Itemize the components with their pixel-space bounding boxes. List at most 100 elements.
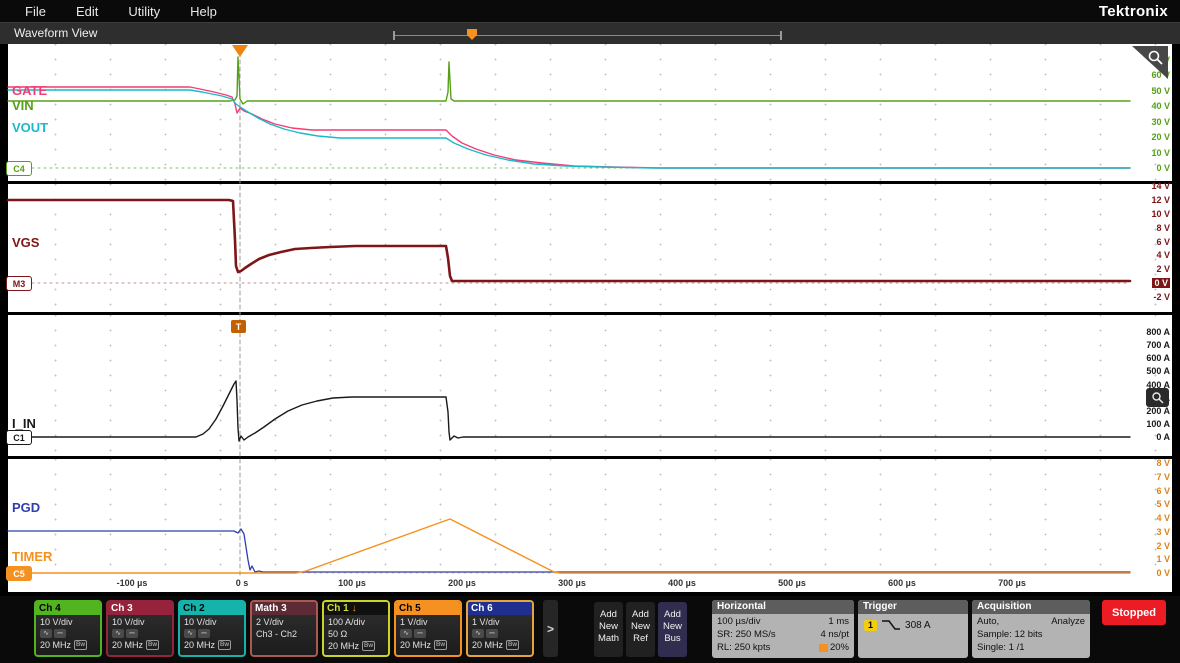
bandwidth-value: 20 MHz [40, 640, 71, 650]
channel-badge-ch5[interactable]: Ch 51 V/div ∿⎓ 20 MHzBw [394, 600, 462, 657]
badge-setting: 10 V/div [180, 615, 244, 627]
acquisition-single: Single: 1 /1 [977, 642, 1025, 653]
acquisition-panel[interactable]: Acquisition Auto, Analyze Sample: 12 bit… [972, 600, 1090, 658]
position-icon [819, 644, 828, 652]
menu-item-file[interactable]: File [10, 4, 61, 19]
bandwidth-value: 20 MHz [328, 641, 359, 651]
bandwidth-value: 20 MHz [400, 640, 431, 650]
record-length: RL: 250 kpts [717, 642, 770, 653]
channel-badge-ch2[interactable]: Ch 210 V/div ∿⎓ 20 MHzBw [178, 600, 246, 657]
add-new-bus-button[interactable]: AddNewBus [658, 602, 687, 657]
overview-line [395, 35, 780, 36]
trigger-panel-title: Trigger [858, 600, 968, 614]
slice-vgs[interactable] [8, 184, 1172, 312]
trigger-level: 308 A [905, 620, 931, 631]
trigger-level-indicator[interactable] [1146, 388, 1169, 407]
bandwidth-value: 20 MHz [472, 640, 503, 650]
channel-marker-c4[interactable]: C4 [6, 161, 32, 176]
channel-badge-math3[interactable]: Math 32 V/divCh3 - Ch2 [250, 600, 318, 657]
settings-bar: Ch 410 V/div∿⎓20 MHzBwCh 310 V/div∿⎓20 M… [0, 596, 1180, 663]
badge-setting: Ch3 - Ch2 [252, 627, 316, 639]
termination-icon: ⎓ [54, 629, 66, 638]
horizontal-duration: 1 ms [828, 616, 849, 627]
coupling-icon: ∿ [400, 629, 412, 638]
acquisition-sample: Sample: 12 bits [977, 629, 1042, 640]
magnifier-icon [1147, 49, 1165, 67]
channel-badge-ch3[interactable]: Ch 310 V/div ∿⎓ 20 MHzBw [106, 600, 174, 657]
bandwidth-icon: Bw [362, 641, 375, 651]
horizontal-scale: 100 µs/div [717, 616, 761, 627]
channel-badges: Ch 410 V/div∿⎓20 MHzBwCh 310 V/div∿⎓20 M… [34, 600, 534, 657]
channel-badge-ch4[interactable]: Ch 410 V/div∿⎓20 MHzBw [34, 600, 102, 657]
trigger-panel[interactable]: Trigger 1 308 A [858, 600, 968, 658]
channel-badge-ch6[interactable]: Ch 61 V/div ∿⎓ 20 MHzBw [466, 600, 534, 657]
bandwidth-icon: Bw [434, 640, 447, 650]
menu-items: FileEditUtilityHelp [0, 4, 232, 19]
add-new-math-button[interactable]: AddNewMath [594, 602, 623, 657]
termination-icon: ⎓ [414, 629, 426, 638]
badge-setting: 10 V/div [36, 615, 100, 627]
badge-title: Ch 6 [471, 603, 493, 614]
trigger-source-arrow-icon: ↓ [352, 603, 357, 614]
badge-title: Math 3 [255, 603, 287, 614]
slice-divider[interactable] [8, 181, 1172, 184]
channel-marker-c5[interactable]: C5 [6, 566, 32, 581]
channel-badge-ch1[interactable]: Ch 1↓100 A/div50 Ω 20 MHzBw [322, 600, 390, 657]
badge-setting: 10 V/div [108, 615, 172, 627]
slice-divider[interactable] [8, 312, 1172, 315]
bandwidth-icon: Bw [146, 640, 159, 650]
slice-iin[interactable] [8, 315, 1172, 456]
add-buttons: AddNewMathAddNewRefAddNewBus [594, 602, 687, 657]
bandwidth-icon: Bw [218, 640, 231, 650]
trigger-flag-icon[interactable]: T [231, 320, 246, 333]
channel-marker-c1[interactable]: C1 [6, 430, 32, 445]
badge-setting: 100 A/div [324, 615, 388, 627]
badge-setting: 1 V/div [468, 615, 532, 627]
waveform-view-tab-bar: Waveform View [0, 22, 1180, 44]
menu-item-edit[interactable]: Edit [61, 4, 113, 19]
coupling-icon: ∿ [112, 629, 124, 638]
slice-gate-vin-vout[interactable] [8, 44, 1172, 181]
add-new-ref-button[interactable]: AddNewRef [626, 602, 655, 657]
badge-setting: 1 V/div [396, 615, 460, 627]
acquisition-mode: Auto, [977, 616, 999, 627]
coupling-icon: ∿ [40, 629, 52, 638]
bandwidth-icon: Bw [506, 640, 519, 650]
tektronix-logo: Tektronix [1099, 3, 1180, 20]
badge-setting: 50 Ω [324, 627, 388, 639]
badge-title: Ch 1 [327, 603, 349, 614]
trigger-source-chip: 1 [864, 620, 877, 631]
trigger-position-marker-overview[interactable] [467, 29, 477, 40]
x-axis-strip [8, 576, 1172, 592]
badge-title: Ch 3 [111, 603, 133, 614]
sample-rate: SR: 250 MS/s [717, 629, 776, 640]
bandwidth-value: 20 MHz [112, 640, 143, 650]
scroll-badges-button[interactable]: > [543, 600, 558, 657]
menu-bar: FileEditUtilityHelp Tektronix [0, 0, 1180, 22]
menu-item-help[interactable]: Help [175, 4, 232, 19]
falling-edge-icon [881, 619, 901, 631]
trigger-position-icon[interactable] [232, 45, 248, 57]
coupling-icon: ∿ [472, 629, 484, 638]
position-percent: 20% [830, 642, 849, 653]
bandwidth-value: 20 MHz [184, 640, 215, 650]
slice-pgd-timer[interactable] [8, 459, 1172, 576]
badge-title: Ch 5 [399, 603, 421, 614]
channel-marker-m3[interactable]: M3 [6, 276, 32, 291]
termination-icon: ⎓ [126, 629, 138, 638]
horizontal-panel-title: Horizontal [712, 600, 854, 614]
badge-title: Ch 2 [183, 603, 205, 614]
magnifier-icon [1151, 391, 1165, 405]
slice-divider[interactable] [8, 456, 1172, 459]
termination-icon: ⎓ [198, 629, 210, 638]
horizontal-overview-bar[interactable] [393, 31, 782, 40]
coupling-icon: ∿ [184, 629, 196, 638]
resolution: 4 ns/pt [820, 629, 849, 640]
badge-setting: 2 V/div [252, 615, 316, 627]
termination-icon: ⎓ [486, 629, 498, 638]
menu-item-utility[interactable]: Utility [113, 4, 175, 19]
acquisition-analyze: Analyze [1051, 616, 1085, 627]
bandwidth-icon: Bw [74, 640, 87, 650]
acquisition-status-button[interactable]: Stopped [1102, 600, 1166, 625]
horizontal-panel[interactable]: Horizontal 100 µs/div 1 ms SR: 250 MS/s … [712, 600, 854, 658]
